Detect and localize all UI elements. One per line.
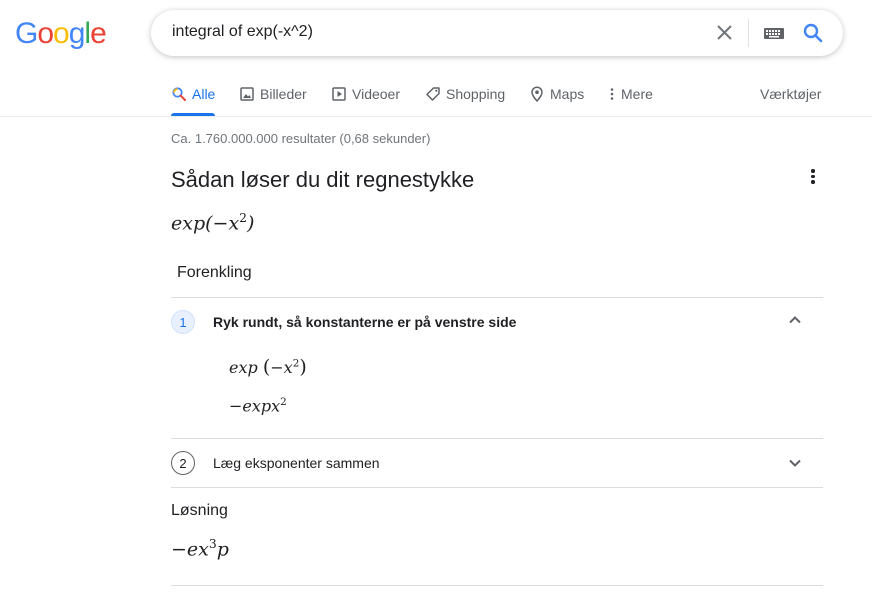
step-number: 1 bbox=[171, 310, 195, 334]
expr-part: −expx bbox=[229, 396, 281, 416]
search-icon bbox=[172, 87, 186, 101]
logo-letter: g bbox=[68, 17, 86, 50]
logo-letter: G bbox=[15, 17, 38, 50]
active-tab-indicator bbox=[171, 113, 215, 116]
tab-label: Billeder bbox=[260, 86, 307, 102]
expr-part: ) bbox=[247, 212, 255, 235]
expr-exponent: 2 bbox=[239, 211, 248, 225]
tab-billeder[interactable]: Billeder bbox=[239, 86, 307, 102]
search-input[interactable]: integral of exp(-x^2) bbox=[172, 23, 313, 41]
logo-letter: o bbox=[37, 17, 54, 50]
solution-label: Løsning bbox=[171, 502, 228, 519]
more-vert-dot bbox=[811, 174, 815, 178]
tab-label: Shopping bbox=[446, 86, 506, 102]
keyboard-button[interactable] bbox=[763, 25, 785, 41]
keyboard-icon bbox=[764, 28, 784, 39]
tab-maps[interactable]: Maps bbox=[529, 86, 584, 102]
close-icon bbox=[717, 25, 732, 40]
map-pin-icon bbox=[531, 86, 543, 102]
section-label: Forenkling bbox=[177, 264, 252, 281]
solution-expression: −ex3p bbox=[171, 537, 229, 560]
problem-expression: exp(−x2) bbox=[171, 211, 254, 234]
search-icon bbox=[803, 23, 823, 43]
expr-part: −ex bbox=[171, 538, 209, 561]
more-vert-dot bbox=[811, 180, 815, 184]
step-title[interactable]: Ryk rundt, så konstanterne er på venstre… bbox=[213, 314, 516, 330]
result-stats: Ca. 1.760.000.000 resultater (0,68 sekun… bbox=[171, 131, 431, 146]
tab-mere[interactable]: Mere bbox=[608, 86, 653, 102]
search-box[interactable]: integral of exp(-x^2) bbox=[151, 10, 843, 56]
tools-button[interactable]: Værktøjer bbox=[760, 86, 821, 102]
divider bbox=[171, 438, 823, 439]
expr-paren: ) bbox=[299, 356, 307, 378]
tab-shopping[interactable]: Shopping bbox=[425, 86, 505, 102]
divider bbox=[171, 297, 823, 298]
tag-icon bbox=[426, 87, 440, 101]
tab-label: Alle bbox=[192, 86, 216, 102]
tab-label: Videoer bbox=[352, 86, 401, 102]
logo-letter: o bbox=[53, 17, 70, 50]
clear-button[interactable] bbox=[712, 21, 738, 45]
expr-part: exp bbox=[229, 358, 258, 377]
more-vert-icon bbox=[610, 88, 614, 100]
tab-label: Mere bbox=[621, 86, 653, 102]
divider bbox=[171, 487, 823, 488]
chevron-down-icon[interactable] bbox=[787, 455, 803, 471]
expr-part: p bbox=[216, 538, 229, 561]
step-expression: −expx2 bbox=[229, 396, 287, 415]
card-menu-button[interactable] bbox=[804, 167, 822, 187]
expr-part: −x bbox=[270, 358, 293, 377]
tab-videoer[interactable]: Videoer bbox=[331, 86, 400, 102]
tab-alle[interactable]: Alle bbox=[171, 86, 215, 102]
more-vert-icon bbox=[811, 169, 815, 173]
step-expression: exp (−x2) bbox=[229, 356, 307, 378]
image-icon bbox=[240, 87, 254, 101]
divider bbox=[171, 585, 823, 586]
video-icon bbox=[332, 87, 346, 101]
search-tabs: Alle Billeder Videoer Shopping Maps Mere… bbox=[0, 76, 872, 117]
step-number: 2 bbox=[171, 451, 195, 475]
search-button[interactable] bbox=[801, 21, 825, 45]
search-separator bbox=[748, 19, 749, 47]
google-logo[interactable]: Google bbox=[15, 17, 107, 51]
step-title[interactable]: Læg eksponenter sammen bbox=[213, 455, 380, 471]
chevron-up-icon[interactable] bbox=[787, 312, 803, 328]
tab-label: Maps bbox=[550, 86, 585, 102]
logo-letter: e bbox=[90, 17, 107, 50]
card-title: Sådan løser du dit regnestykke bbox=[171, 167, 475, 192]
expr-part: exp(−x bbox=[171, 212, 240, 235]
expr-exponent: 2 bbox=[280, 396, 287, 408]
expr-exponent: 3 bbox=[208, 537, 217, 551]
